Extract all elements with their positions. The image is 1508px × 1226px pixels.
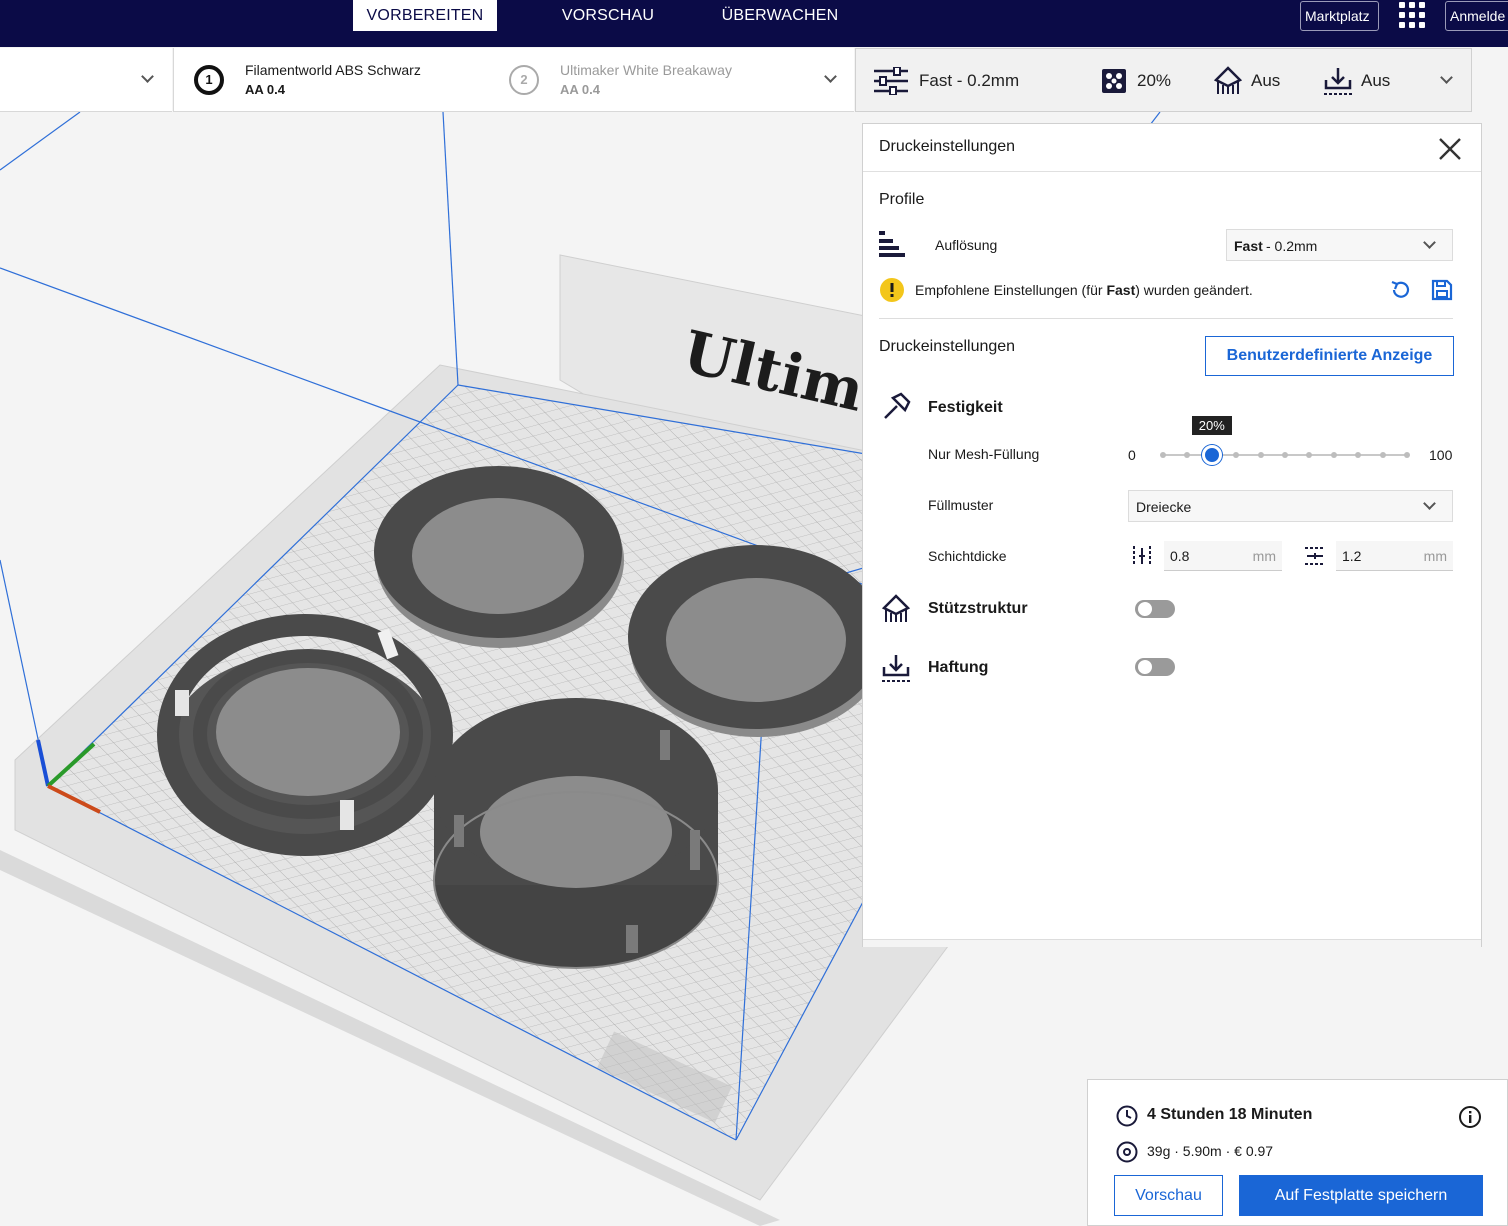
extruder-1-material: Filamentworld ABS Schwarz xyxy=(245,62,421,78)
chevron-down-icon xyxy=(824,70,837,83)
strength-heading: Festigkeit xyxy=(928,399,1003,416)
infill-pattern-dropdown[interactable]: Dreiecke xyxy=(1128,490,1453,522)
support-summary: Aus xyxy=(1251,71,1281,90)
adhesion-summary: Aus xyxy=(1361,71,1391,90)
settings-sliders-icon xyxy=(874,67,908,95)
save-profile-icon[interactable] xyxy=(1431,279,1453,301)
print-time: 4 Stunden 18 Minuten xyxy=(1147,1106,1313,1123)
adhesion-toggle[interactable] xyxy=(1135,658,1175,676)
marketplace-button[interactable]: Marktplatz xyxy=(1300,1,1379,31)
chevron-down-icon xyxy=(1423,497,1436,510)
wall-thickness-input[interactable]: 0.8 mm xyxy=(1164,541,1282,571)
adhesion-icon xyxy=(1324,68,1352,95)
support-toggle[interactable] xyxy=(1135,600,1175,618)
divider xyxy=(879,318,1453,319)
slider-handle[interactable] xyxy=(1201,445,1222,465)
top-bottom-thickness-unit: mm xyxy=(1423,548,1447,564)
extruder-2-material: Ultimaker White Breakaway xyxy=(560,62,732,78)
infill-label: Nur Mesh-Füllung xyxy=(928,446,1040,462)
print-settings-bar[interactable]: Fast - 0.2mm 20% Aus Aus xyxy=(855,48,1472,112)
top-navigation-bar: VORBEREITEN VORSCHAU ÜBERWACHEN Marktpla… xyxy=(0,0,1508,47)
extruder-1-icon: 1 xyxy=(194,65,224,95)
infill-pattern-value: Dreiecke xyxy=(1136,499,1192,515)
top-bottom-thickness-value: 1.2 xyxy=(1342,548,1362,564)
slider-tick xyxy=(1233,452,1240,458)
resolution-profile-name: Fast xyxy=(1234,238,1263,254)
slider-tick xyxy=(1306,452,1313,458)
resolution-label: Auflösung xyxy=(935,237,998,253)
extruder-2-icon: 2 xyxy=(509,65,539,95)
model-clip-left[interactable] xyxy=(157,614,453,856)
panel-resize-handle[interactable] xyxy=(863,939,1481,947)
chevron-down-icon[interactable] xyxy=(1440,71,1453,84)
preview-button[interactable]: Vorschau xyxy=(1114,1175,1223,1216)
wall-thickness-value: 0.8 xyxy=(1170,548,1190,564)
infill-pattern-label: Füllmuster xyxy=(928,497,994,513)
infill-max: 100 xyxy=(1429,447,1453,463)
material-selector[interactable]: 1 Filamentworld ABS Schwarz AA 0.4 2 Ult… xyxy=(173,48,854,112)
infill-summary: 20% xyxy=(1137,71,1172,90)
infill-min: 0 xyxy=(1128,447,1136,463)
material-usage: 39g · 5.90m · € 0.97 xyxy=(1147,1143,1274,1159)
resolution-layer-height: - 0.2mm xyxy=(1266,238,1318,254)
printer-selector[interactable] xyxy=(0,48,172,112)
close-icon[interactable] xyxy=(1437,136,1463,162)
slider-tick xyxy=(1282,452,1288,458)
profile-changed-warning: Empfohlene Einstellungen (für Fast) wurd… xyxy=(915,282,1253,298)
panel-title: Druckeinstellungen xyxy=(879,138,1016,155)
support-icon xyxy=(881,594,911,622)
shell-thickness-label: Schichtdicke xyxy=(928,548,1007,564)
model-ring-top[interactable] xyxy=(374,466,624,648)
print-settings-panel: Druckeinstellungen Profile Auflösung Fas… xyxy=(862,123,1482,947)
slider-tick xyxy=(1257,452,1264,458)
infill-tooltip: 20% xyxy=(1191,416,1232,435)
support-icon xyxy=(1213,66,1243,94)
slider-tick xyxy=(1160,452,1166,458)
slider-tick xyxy=(1379,452,1386,458)
profile-summary: Fast - 0.2mm xyxy=(919,71,1020,90)
slider-tick xyxy=(1184,452,1191,458)
chevron-down-icon xyxy=(1423,236,1436,249)
slider-tick xyxy=(1330,452,1337,458)
infill-slider[interactable] xyxy=(1160,444,1410,468)
resolution-dropdown[interactable]: Fast - 0.2mm xyxy=(1226,229,1453,261)
save-to-disk-button[interactable]: Auf Festplatte speichern xyxy=(1239,1175,1483,1216)
signin-button[interactable]: Anmelde xyxy=(1445,1,1508,31)
print-job-summary: 4 Stunden 18 Minuten 39g · 5.90m · € 0.9… xyxy=(1087,1079,1508,1226)
extruder-2-nozzle: AA 0.4 xyxy=(560,82,600,97)
profiles-heading: Profile xyxy=(879,191,925,208)
spool-icon xyxy=(1116,1141,1138,1163)
model-clip-front[interactable] xyxy=(433,698,719,969)
print-settings-heading: Druckeinstellungen xyxy=(879,338,1016,355)
reset-icon[interactable] xyxy=(1389,279,1411,301)
model-ring-right[interactable] xyxy=(628,545,886,737)
tab-monitor[interactable]: ÜBERWACHEN xyxy=(710,0,850,31)
extruder-1-nozzle: AA 0.4 xyxy=(245,82,285,97)
panel-header: Druckeinstellungen xyxy=(863,124,1481,172)
top-bottom-thickness-icon xyxy=(1305,547,1325,565)
hammer-icon xyxy=(884,392,911,419)
tab-prepare[interactable]: VORBEREITEN xyxy=(353,0,497,31)
apps-grid-icon[interactable] xyxy=(1399,2,1425,28)
wall-thickness-icon xyxy=(1133,546,1151,566)
tab-preview[interactable]: VORSCHAU xyxy=(540,0,676,31)
clock-icon xyxy=(1116,1105,1138,1127)
info-icon[interactable] xyxy=(1458,1105,1482,1129)
slider-tick xyxy=(1355,452,1362,458)
adhesion-heading: Haftung xyxy=(928,659,989,676)
warning-icon xyxy=(880,278,904,302)
chevron-down-icon xyxy=(141,70,154,83)
resolution-icon xyxy=(879,231,905,257)
infill-icon xyxy=(1102,69,1126,93)
support-heading: Stützstruktur xyxy=(928,600,1028,617)
top-bottom-thickness-input[interactable]: 1.2 mm xyxy=(1336,541,1453,571)
wall-thickness-unit: mm xyxy=(1252,548,1276,564)
slider-tick xyxy=(1404,452,1410,458)
custom-mode-button[interactable]: Benutzerdefinierte Anzeige xyxy=(1205,336,1454,376)
adhesion-icon xyxy=(882,655,910,682)
